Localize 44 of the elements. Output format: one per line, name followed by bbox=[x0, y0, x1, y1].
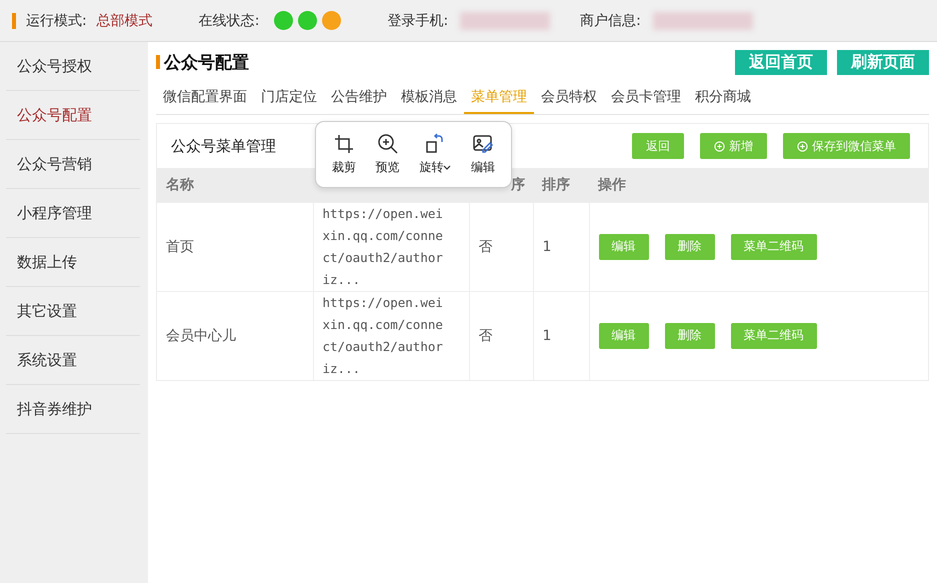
tab[interactable]: 积分商城 bbox=[688, 82, 758, 114]
column-header: 排序 bbox=[542, 176, 570, 193]
url-cell-text: https://open.weixin.qq.com/connect/oauth2/authoriz... bbox=[322, 294, 444, 378]
tab[interactable]: 门店定位 bbox=[254, 82, 324, 114]
sidebar-item[interactable]: 其它设置 bbox=[6, 287, 140, 336]
panel-title: 公众号菜单管理 bbox=[171, 136, 276, 156]
table-cell: 否 bbox=[478, 238, 492, 254]
crop-icon bbox=[332, 133, 355, 155]
column-header: 序 bbox=[511, 176, 525, 193]
image-tool-button[interactable]: 编辑 bbox=[471, 133, 496, 176]
url-cell-text: https://open.weixin.qq.com/connect/oauth2/authoriz... bbox=[322, 204, 444, 288]
tab[interactable]: 会员特权 bbox=[534, 82, 604, 114]
merchant-label: 商户信息: bbox=[580, 12, 641, 30]
caret-icon bbox=[443, 164, 452, 170]
sidebar-item[interactable]: 公众号营销 bbox=[6, 140, 140, 189]
plus-circle-icon bbox=[797, 140, 808, 152]
mode-value: 总部模式 bbox=[96, 12, 153, 30]
plus-circle-icon bbox=[714, 140, 725, 152]
sidebar-item[interactable]: 数据上传 bbox=[6, 238, 140, 287]
column-header: 操作 bbox=[598, 176, 626, 193]
phone-label: 登录手机: bbox=[387, 12, 448, 30]
image-tool-button[interactable]: 裁剪 bbox=[332, 133, 356, 176]
sidebar-item[interactable]: 公众号授权 bbox=[6, 42, 140, 91]
table-cell: 否 bbox=[478, 328, 492, 344]
tab[interactable]: 会员卡管理 bbox=[604, 82, 688, 114]
column-header: 名称 bbox=[166, 176, 194, 193]
status-label: 在线状态: bbox=[198, 12, 260, 30]
sidebar-item[interactable]: 系统设置 bbox=[6, 336, 140, 385]
table-cell: 1 bbox=[542, 238, 552, 254]
sidebar-item[interactable]: 公众号配置 bbox=[6, 91, 140, 140]
image-edit-icon bbox=[472, 133, 494, 155]
image-tool-button[interactable]: 预览 bbox=[376, 133, 400, 176]
table-cell: 1 bbox=[542, 328, 552, 344]
sidebar-item[interactable]: 抖音券维护 bbox=[6, 385, 140, 434]
table-cell: 会员中心儿 bbox=[166, 328, 236, 344]
tab[interactable]: 模板消息 bbox=[394, 82, 464, 114]
tab[interactable]: 公告维护 bbox=[324, 82, 394, 114]
page-title: 公众号配置 bbox=[164, 52, 250, 74]
zoom-in-icon bbox=[376, 133, 399, 155]
tab[interactable]: 微信配置界面 bbox=[156, 82, 254, 114]
table-cell: 首页 bbox=[166, 238, 194, 254]
image-tool-button[interactable]: 旋转 bbox=[419, 133, 452, 176]
sidebar-item[interactable]: 小程序管理 bbox=[6, 189, 140, 238]
mode-label: 运行模式: bbox=[26, 12, 87, 30]
